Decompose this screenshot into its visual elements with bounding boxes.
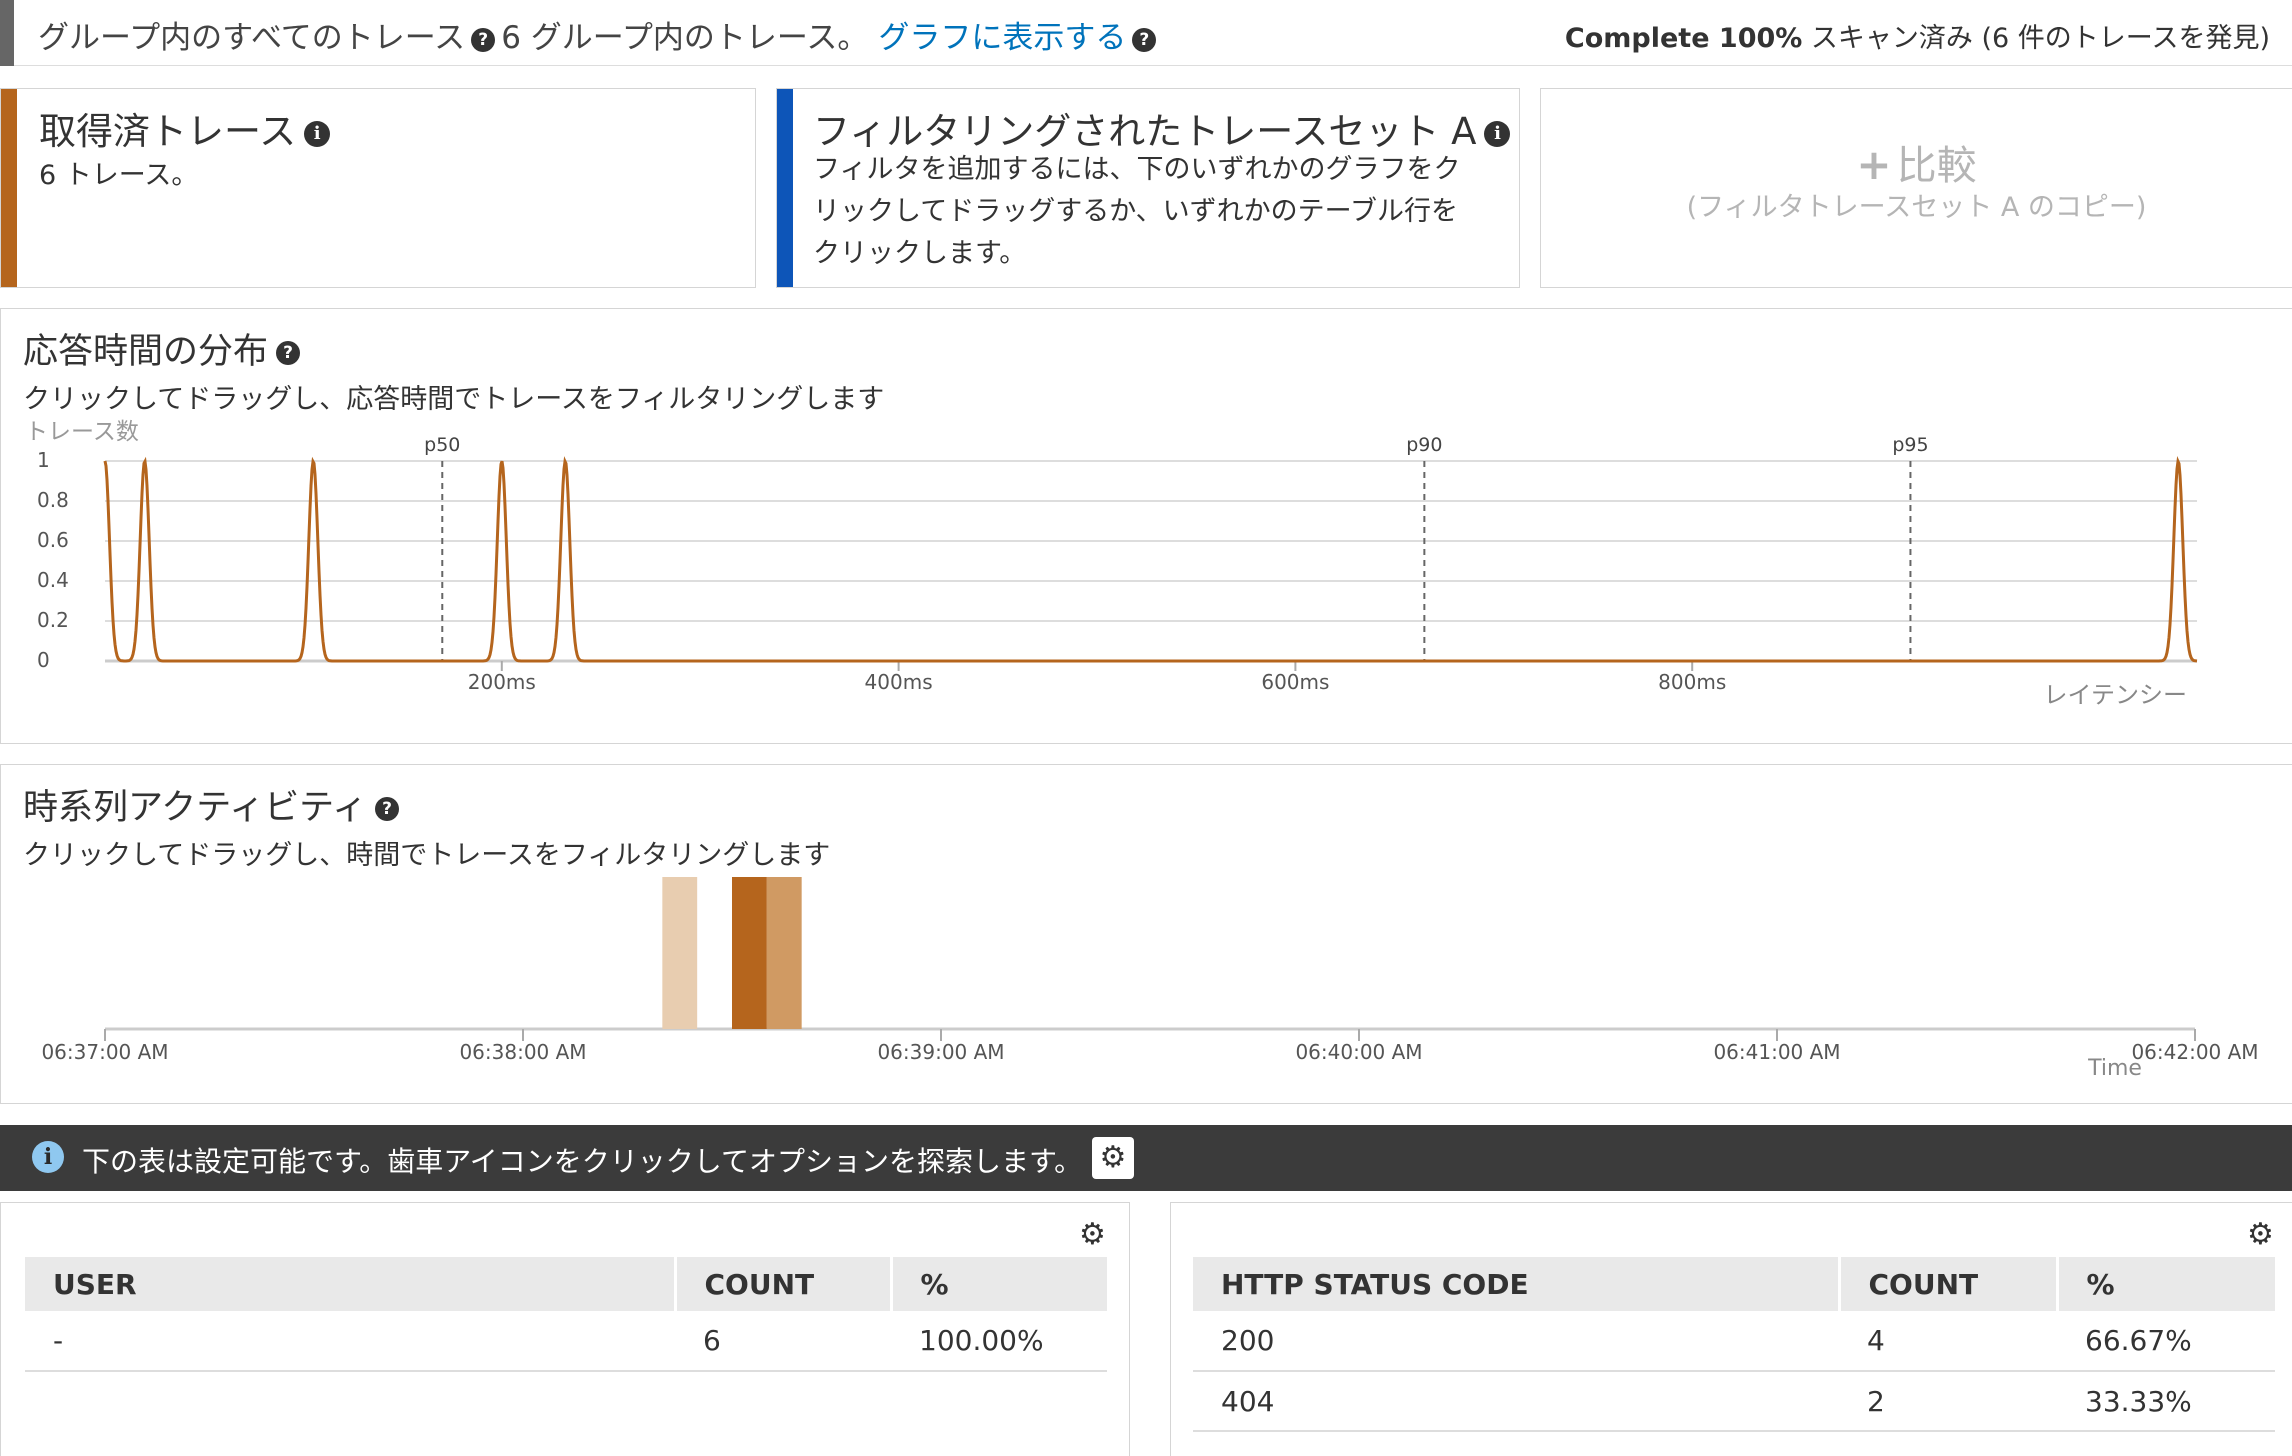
plus-icon: + [1856,140,1892,189]
activity-bar [732,877,767,1029]
activity-bar [766,877,802,1029]
retrieved-title: 取得済トレース i [39,101,331,155]
retrieved-traces-card: 取得済トレース i 6 トレース。 [0,88,756,288]
table-cell: - [25,1311,675,1372]
table-cell: 4 [1839,1311,2057,1372]
filtered-traceset-card[interactable]: フィルタリングされたトレースセット A i フィルタを追加するには、下のいずれかの… [776,88,1520,288]
traces-header-bar: グループ内のすべてのトレース? 6 グループ内のトレース。 グラフに表示する? Co… [0,0,2292,66]
time-series-section: 時系列アクティビティ? クリックしてドラッグし、時間でトレースをフィルタリングし… [0,764,2292,1104]
y-tick-label: 0 [37,648,50,672]
x-tick-label: 400ms [865,670,933,694]
column-header-count[interactable]: COUNT [675,1257,893,1311]
y-tick-label: 0.6 [37,528,69,552]
percentile-label: p95 [1892,434,1928,456]
filtered-title-text: フィルタリングされたトレースセット A [813,110,1477,153]
table-cell: 2 [1839,1371,2057,1432]
trace-count-text: 6 グループ内のトレース。 [501,20,869,56]
percentile-label: p90 [1406,434,1442,456]
graph-help-icon[interactable]: ? [1132,27,1157,52]
x-tick-label: 06:40:00 AM [1295,1040,1422,1064]
banner-text: 下の表は設定可能です。歯車アイコンをクリックしてオプションを探索します。 [82,1145,1083,1178]
user-table: USER COUNT % - 6 100.00% [25,1257,1107,1372]
x-tick-label: 06:39:00 AM [877,1040,1004,1064]
compare-card[interactable]: + 比較 (フィルタトレースセット A のコピー) [1540,88,2292,288]
page-title: グループ内のすべてのトレース [38,20,466,56]
info-icon[interactable]: i [1484,120,1511,147]
x-axis-label: Time [2087,1056,2142,1081]
table-row[interactable]: 404 2 33.33% [1193,1371,2275,1432]
x-tick-label: 06:42:00 AM [2131,1040,2258,1064]
retrieved-accent-bar [1,89,17,287]
filtered-accent-bar [777,89,793,287]
http-status-table: HTTP STATUS CODE COUNT % 200 4 66.67% 40… [1193,1257,2275,1432]
user-table-panel: ⚙ USER COUNT % - 6 100.00% [0,1202,1130,1456]
percentile-label: p50 [424,434,460,456]
time-series-chart[interactable]: 06:37:00 AM 06:38:00 AM 06:39:00 AM 06:40:0… [1,765,2291,1103]
gear-icon[interactable]: ⚙ [1079,1217,1106,1252]
column-header-user[interactable]: USER [25,1257,677,1311]
column-header-status-code[interactable]: HTTP STATUS CODE [1193,1257,1841,1311]
activity-bar [662,877,698,1029]
x-tick-label: 06:41:00 AM [1713,1040,1840,1064]
show-in-graph-link[interactable]: グラフに表示する [878,20,1126,56]
table-cell: 404 [1193,1371,1839,1432]
compare-label: 比較 [1896,143,1977,189]
gear-icon[interactable]: ⚙ [1092,1137,1134,1179]
x-tick-label: 800ms [1658,670,1726,694]
scan-status: Complete 100% スキャン済み (6 件のトレースを発見) [1565,16,2270,55]
filtered-instructions-line: フィルタを追加するには、下のいずれかのグラフをク [813,154,1461,185]
retrieved-subtitle: 6 トレース。 [39,160,199,191]
table-header-row: USER COUNT % [25,1257,1107,1311]
filtered-title: フィルタリングされたトレースセット A i [813,101,1511,155]
compare-subtitle: (フィルタトレースセット A のコピー) [1686,192,2147,223]
response-time-chart[interactable]: トレース数 0 0.2 0.4 0.6 0.8 1 200ms 400ms 600ms 800ms p… [1,309,2291,743]
y-tick-label: 0.4 [37,568,69,592]
y-tick-label: 0.2 [37,608,69,632]
x-tick-label: 200ms [468,670,536,694]
filtered-instructions-line: リックしてドラッグするか、いずれかのテーブル行を [813,196,1459,227]
column-header-percent[interactable]: % [891,1257,1107,1311]
retrieved-title-text: 取得済トレース [39,110,297,153]
column-header-percent[interactable]: % [2057,1257,2275,1311]
help-icon[interactable]: ? [471,27,496,52]
table-cell: 100.00% [891,1311,1107,1372]
response-time-section: 応答時間の分布? クリックしてドラッグし、応答時間でトレースをフィルタリングしま… [0,308,2292,744]
table-row[interactable]: - 6 100.00% [25,1311,1107,1372]
info-icon[interactable]: i [304,120,331,147]
config-info-banner: i 下の表は設定可能です。歯車アイコンをクリックしてオプションを探索します。 ⚙ [0,1125,2292,1191]
x-tick-label: 06:37:00 AM [41,1040,168,1064]
table-cell: 200 [1193,1311,1839,1372]
x-tick-label: 06:38:00 AM [459,1040,586,1064]
scan-status-rest: スキャン済み (6 件のトレースを発見) [1802,23,2270,54]
header-title-line: グループ内のすべてのトレース? 6 グループ内のトレース。 グラフに表示する? [38,12,1162,57]
table-row[interactable]: 200 4 66.67% [1193,1311,2275,1372]
header-accent [0,0,14,66]
gear-icon[interactable]: ⚙ [2247,1217,2274,1252]
compare-button[interactable]: + 比較 [1541,133,2292,191]
distribution-line [103,456,2198,663]
x-tick-label: 600ms [1261,670,1329,694]
y-tick-label: 0.8 [37,488,69,512]
scan-status-bold: Complete 100% [1564,23,1803,54]
table-cell: 66.67% [2057,1311,2275,1372]
table-cell: 33.33% [2057,1371,2275,1432]
y-axis-label: トレース数 [25,419,139,445]
y-tick-label: 1 [37,448,50,472]
table-header-row: HTTP STATUS CODE COUNT % [1193,1257,2275,1311]
status-table-panel: ⚙ HTTP STATUS CODE COUNT % 200 4 66.67% … [1170,1202,2292,1456]
x-axis-label: レイテンシー [2043,681,2187,709]
info-icon: i [32,1141,64,1173]
column-header-count[interactable]: COUNT [1839,1257,2059,1311]
filtered-instructions-line: クリックします。 [813,238,1027,269]
filtered-instructions: フィルタを追加するには、下のいずれかのグラフをク リックしてドラッグするか、いず… [813,149,1460,275]
table-cell: 6 [675,1311,891,1372]
